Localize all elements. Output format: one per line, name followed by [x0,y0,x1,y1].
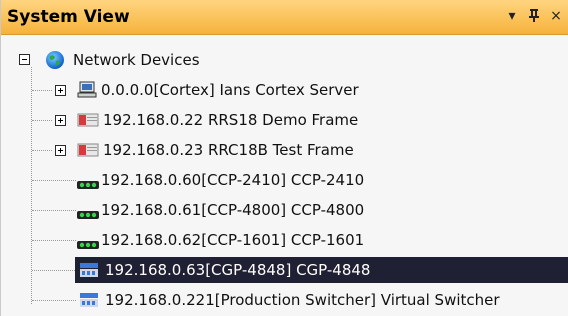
tree-item[interactable]: 192.168.0.22 RRS18 Demo Frame [1,107,568,133]
tree-item[interactable]: 192.168.0.23 RRC18B Test Frame [1,137,568,163]
tree-item-selected[interactable]: 192.168.0.63[CGP-4848] CGP-4848 [75,257,568,283]
system-view-panel: System View ▾ × Network Devices 0.0.0.0[… [0,0,568,316]
switch-panel-icon [79,261,99,283]
expand-icon[interactable] [55,85,66,96]
tree-item-label: 192.168.0.62[CCP-1601] CCP-1601 [101,231,365,249]
switch-panel-icon [79,291,99,313]
dropdown-arrow-icon[interactable]: ▾ [505,8,519,24]
tree-item-label: 192.168.0.23 RRC18B Test Frame [103,141,354,159]
expand-icon[interactable] [55,145,66,156]
tree-item-label: 192.168.0.221[Production Switcher] Virtu… [105,291,500,309]
tree-root-network-devices[interactable]: Network Devices [1,47,568,73]
tree-item-label: 192.168.0.60[CCP-2410] CCP-2410 [101,171,365,189]
frame-icon [77,142,99,162]
tree-guide-line [32,180,76,181]
globe-icon [45,50,65,74]
tree-guide-line [32,270,75,271]
panel-title-bar: System View ▾ × [1,0,568,35]
tree-item-label: 192.168.0.63[CGP-4848] CGP-4848 [105,261,371,279]
tree-guide-line [32,210,76,211]
collapse-icon[interactable] [19,54,30,65]
expand-icon[interactable] [55,115,66,126]
tree-guide-line [32,90,52,91]
computer-icon [77,81,97,103]
pin-icon[interactable] [527,8,541,24]
control-panel-icon [77,235,99,254]
tree-item[interactable]: 192.168.0.62[CCP-1601] CCP-1601 [1,227,568,253]
frame-icon [77,112,99,132]
tree-guide-line [32,300,76,301]
tree-guide-line [32,150,52,151]
tree-item-label: 0.0.0.0[Cortex] Ians Cortex Server [101,81,359,99]
close-icon[interactable]: × [549,8,563,24]
tree-item-label: 192.168.0.22 RRS18 Demo Frame [103,111,359,129]
control-panel-icon [77,205,99,224]
tree-item[interactable]: 192.168.0.221[Production Switcher] Virtu… [1,287,568,313]
tree-item[interactable]: 192.168.0.60[CCP-2410] CCP-2410 [1,167,568,193]
tree-item[interactable]: 192.168.0.61[CCP-4800] CCP-4800 [1,197,568,223]
tree-item[interactable]: 0.0.0.0[Cortex] Ians Cortex Server [1,77,568,103]
device-tree: Network Devices 0.0.0.0[Cortex] Ians Cor… [1,43,568,316]
tree-item-label: Network Devices [73,51,200,69]
control-panel-icon [77,175,99,194]
title-bar-buttons: ▾ × [505,8,563,24]
tree-item-label: 192.168.0.61[CCP-4800] CCP-4800 [101,201,365,219]
tree-guide-line [32,120,52,121]
tree-guide-line [32,240,76,241]
panel-title: System View [7,7,130,27]
